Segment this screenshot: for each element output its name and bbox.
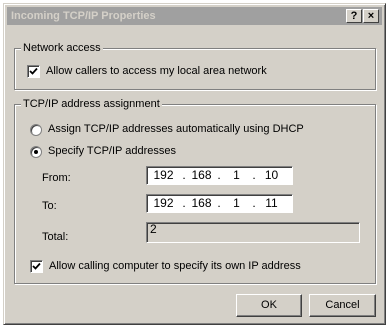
total-label: Total: bbox=[42, 231, 69, 243]
total-value: 2 bbox=[150, 222, 157, 236]
dhcp-option[interactable]: Assign TCP/IP addresses automatically us… bbox=[30, 123, 304, 136]
specify-option[interactable]: Specify TCP/IP addresses bbox=[30, 145, 176, 158]
allow-own-ip-row[interactable]: Allow calling computer to specify its ow… bbox=[30, 260, 301, 273]
specify-radio[interactable] bbox=[30, 145, 42, 158]
allow-lan-checkbox[interactable] bbox=[27, 65, 40, 78]
ok-button[interactable]: OK bbox=[236, 294, 302, 317]
total-field: 2 bbox=[146, 222, 360, 243]
from-octet-2: 168 bbox=[191, 168, 212, 182]
tcpip-group-label: TCP/IP address assignment bbox=[21, 98, 162, 110]
title-bar: Incoming TCP/IP Properties ? × bbox=[7, 7, 382, 25]
from-octet-4: 10 bbox=[264, 168, 279, 182]
to-octet-3: 1 bbox=[233, 196, 240, 210]
close-icon: × bbox=[367, 10, 375, 22]
window-title: Incoming TCP/IP Properties bbox=[11, 10, 156, 22]
from-octet-1: 192 bbox=[153, 168, 174, 182]
from-octet-3: 1 bbox=[233, 168, 240, 182]
allow-lan-row[interactable]: Allow callers to access my local area ne… bbox=[27, 65, 267, 78]
specify-label: Specify TCP/IP addresses bbox=[48, 145, 176, 157]
checkmark-icon bbox=[29, 67, 38, 75]
to-label: To: bbox=[42, 200, 57, 212]
from-label: From: bbox=[42, 172, 71, 184]
incoming-tcpip-dialog: Incoming TCP/IP Properties ? × Network a… bbox=[3, 3, 386, 325]
close-button[interactable]: × bbox=[363, 9, 379, 23]
help-icon: ? bbox=[350, 10, 358, 22]
checkmark-icon bbox=[32, 262, 41, 270]
cancel-button[interactable]: Cancel bbox=[309, 294, 376, 317]
allow-own-ip-checkbox[interactable] bbox=[30, 260, 43, 273]
network-access-group-label: Network access bbox=[21, 42, 103, 54]
radio-dot-icon bbox=[34, 149, 38, 154]
dhcp-label: Assign TCP/IP addresses automatically us… bbox=[48, 123, 304, 135]
from-ip-field[interactable]: 192 . 168 . 1 . 10 bbox=[146, 166, 293, 185]
allow-own-ip-label: Allow calling computer to specify its ow… bbox=[49, 260, 301, 272]
to-octet-4: 11 bbox=[265, 196, 278, 210]
allow-lan-label: Allow callers to access my local area ne… bbox=[46, 65, 267, 77]
to-octet-1: 192 bbox=[153, 196, 174, 210]
help-button[interactable]: ? bbox=[346, 9, 362, 23]
to-octet-2: 168 bbox=[191, 196, 212, 210]
to-ip-field[interactable]: 192 . 168 . 1 . 11 bbox=[146, 194, 293, 213]
dhcp-radio[interactable] bbox=[30, 123, 42, 136]
